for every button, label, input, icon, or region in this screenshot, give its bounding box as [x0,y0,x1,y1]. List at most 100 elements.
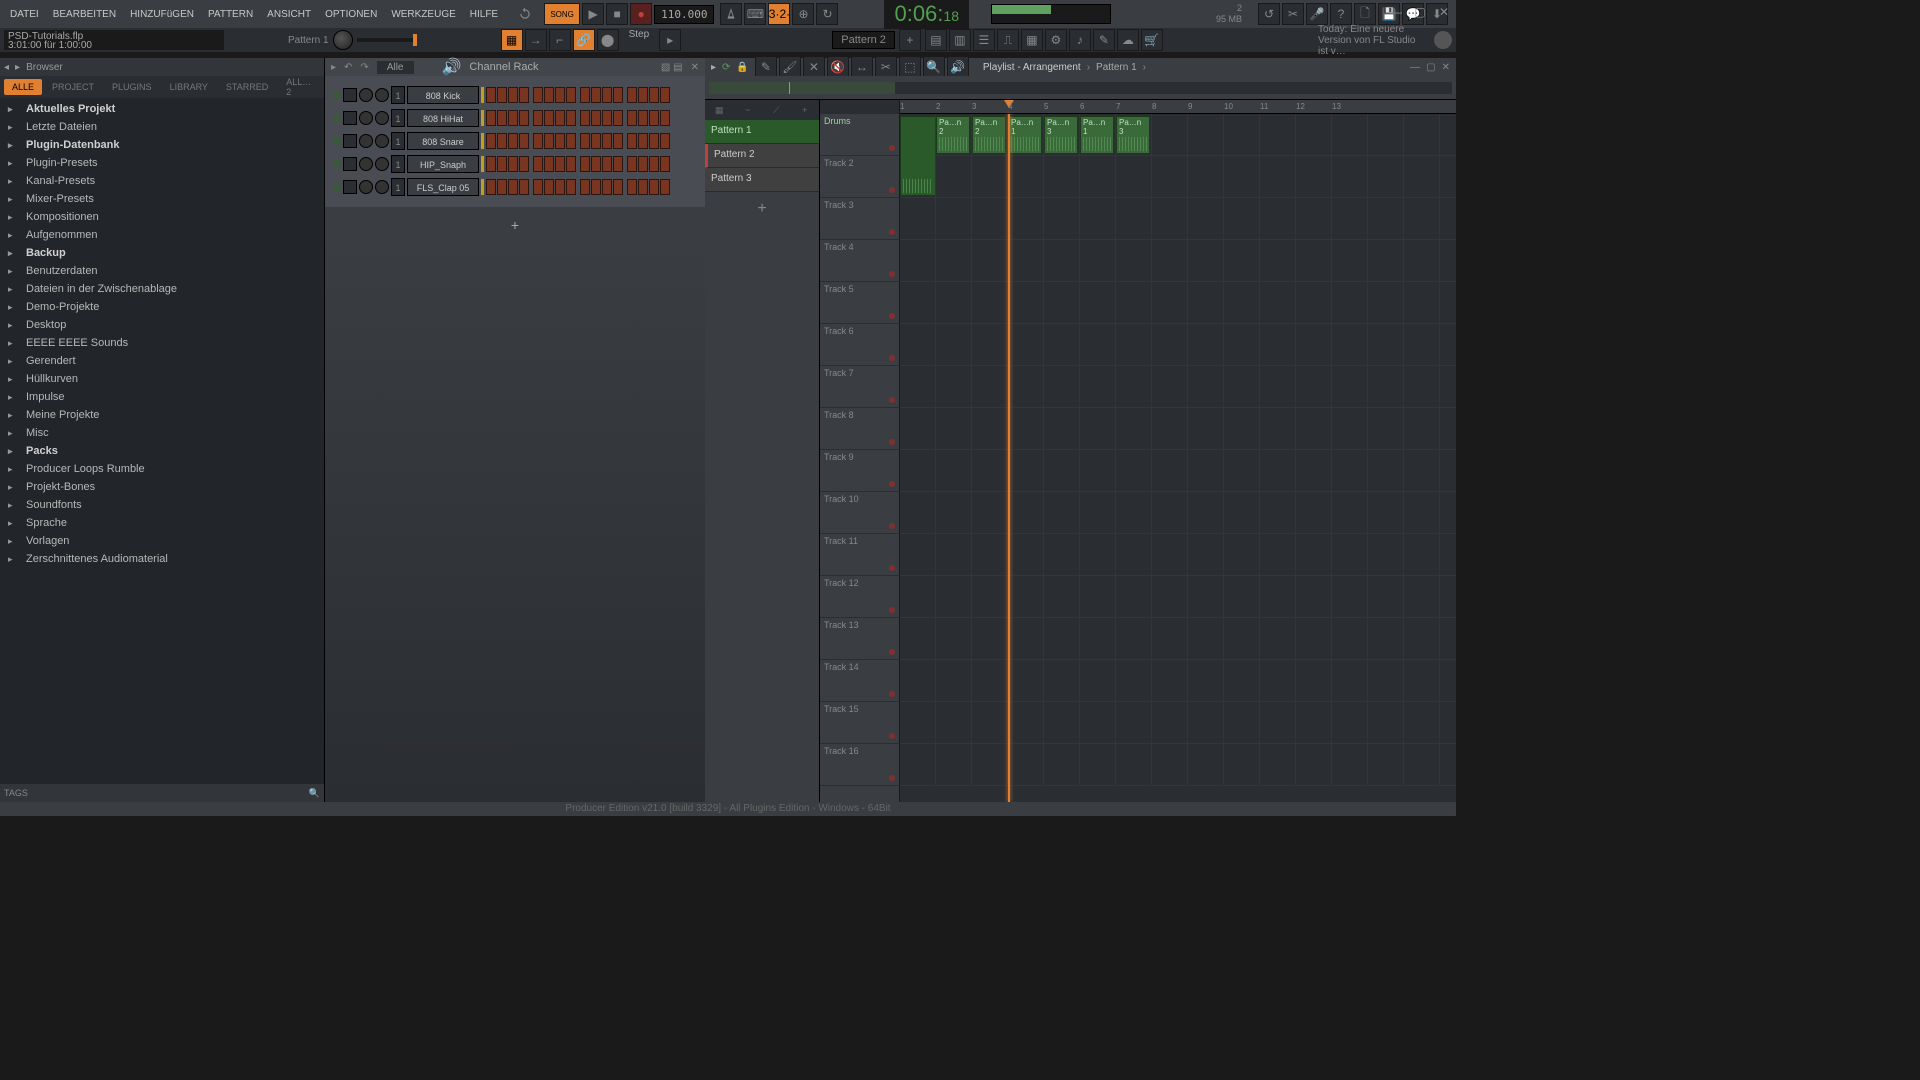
step-cell[interactable] [638,110,648,126]
grid-row[interactable] [900,198,1456,240]
step-cell[interactable] [497,110,507,126]
step-cell[interactable] [566,156,576,172]
tree-item[interactable]: Hüllkurven [0,370,324,388]
channel-pan-knob[interactable] [359,157,373,171]
clip[interactable]: Pa…n 3 [1116,116,1150,154]
step-cell[interactable] [508,133,518,149]
magnet-button[interactable]: ⌐ [549,29,571,51]
tree-item[interactable]: Impulse [0,388,324,406]
close-button[interactable]: ✕ [1436,4,1452,20]
channel-mixer-num[interactable]: 1 [391,178,405,196]
track-mute-dot[interactable] [889,565,895,571]
step-cell[interactable] [613,110,623,126]
step-cell[interactable] [533,133,543,149]
rack-filter[interactable]: Alle [377,61,414,74]
channel-name[interactable]: 808 HiHat [407,109,479,127]
tree-item[interactable]: Meine Projekte [0,406,324,424]
step-cell[interactable] [602,179,612,195]
pattern-item-2[interactable]: Pattern 2 [705,144,819,168]
channel-vol-knob[interactable] [375,180,389,194]
stop-button[interactable]: ■ [606,3,628,25]
record-button[interactable]: ● [630,3,652,25]
step-cell[interactable] [497,87,507,103]
grid-row[interactable] [900,282,1456,324]
channel-mixer-num[interactable]: 1 [391,86,405,104]
grid-row[interactable]: Pa…n 2Pa…n 2Pa…n 1Pa…n 3Pa…n 1Pa…n 3 [900,114,1456,156]
tree-item[interactable]: Misc [0,424,324,442]
tree-item[interactable]: Demo-Projekte [0,298,324,316]
step-cell[interactable] [566,87,576,103]
pl-slip-tool[interactable]: ↔ [851,56,873,78]
step-cell[interactable] [602,110,612,126]
loop-rec-button[interactable]: ↻ [816,3,838,25]
step-cell[interactable] [486,133,496,149]
step-cell[interactable] [533,110,543,126]
menu-bearbeiten[interactable]: BEARBEITEN [47,5,122,24]
pattern-add-button[interactable]: + [705,192,819,226]
pattern-auto-tab[interactable]: ⟋ [762,100,791,120]
grid-row[interactable] [900,450,1456,492]
view-mixer-button[interactable]: ⎍ [997,29,1019,51]
snap-button[interactable]: ▦ [501,29,523,51]
step-cell[interactable] [508,156,518,172]
track-header[interactable]: Track 6 [820,324,899,366]
browser-tab-plugins[interactable]: PLUGINS [104,79,160,95]
main-volume-slider[interactable] [357,38,417,42]
step-cell[interactable] [591,179,601,195]
step-cell[interactable] [660,110,670,126]
step-cell[interactable] [649,110,659,126]
rack-sound-icon[interactable]: 🔊 [442,57,462,77]
tree-item[interactable]: Producer Loops Rumble [0,460,324,478]
browser-fwd-icon[interactable]: ▸ [15,62,20,73]
pl-zoom-tool[interactable]: 🔍 [923,56,945,78]
playhead[interactable] [1008,114,1010,802]
tree-item[interactable]: Mixer-Presets [0,190,324,208]
menu-datei[interactable]: DATEI [4,5,45,24]
step-cell[interactable] [519,156,529,172]
step-cell[interactable] [555,133,565,149]
track-header[interactable]: Track 3 [820,198,899,240]
step-cell[interactable] [649,179,659,195]
track-mute-dot[interactable] [889,523,895,529]
shop-button[interactable]: 🛒 [1141,29,1163,51]
pattern-add-tab[interactable]: + [791,100,820,120]
wait-input-button[interactable]: ⌨ [744,3,766,25]
step-cell[interactable] [591,87,601,103]
step-cell[interactable] [627,87,637,103]
cloud-button[interactable]: ☁ [1117,29,1139,51]
tools-button[interactable]: ✂ [1282,3,1304,25]
clip[interactable]: Pa…n 1 [1080,116,1114,154]
clip[interactable]: Pa…n 3 [1044,116,1078,154]
track-mute-dot[interactable] [889,271,895,277]
channel-vol-knob[interactable] [375,134,389,148]
undo-history-button[interactable]: ↺ [1258,3,1280,25]
track-header[interactable]: Drums [820,114,899,156]
tree-item[interactable]: Kompositionen [0,208,324,226]
step-cell[interactable] [497,156,507,172]
plugin-button[interactable]: ⚙ [1045,29,1067,51]
track-mute-dot[interactable] [889,187,895,193]
channel-mute[interactable] [343,180,357,194]
tree-item[interactable]: Desktop [0,316,324,334]
step-cell[interactable] [613,133,623,149]
track-header[interactable]: Track 14 [820,660,899,702]
channel-select[interactable] [481,156,484,172]
step-cell[interactable] [613,156,623,172]
tree-item[interactable]: Benutzerdaten [0,262,324,280]
channel-name[interactable]: FLS_Clap 05 [407,178,479,196]
view-pianoroll-button[interactable]: ▥ [949,29,971,51]
step-cell[interactable] [508,179,518,195]
channel-mixer-num[interactable]: 1 [391,132,405,150]
pl-minimap[interactable] [709,82,1452,94]
channel-mute[interactable] [343,111,357,125]
step-cell[interactable] [566,110,576,126]
clip[interactable]: Pa…n 2 [972,116,1006,154]
channel-select[interactable] [481,133,484,149]
step-cell[interactable] [497,179,507,195]
step-cell[interactable] [591,133,601,149]
tree-item[interactable]: Gerendert [0,352,324,370]
channel-mute[interactable] [343,134,357,148]
pl-lock-icon[interactable]: 🔒 [736,62,748,73]
track-mute-dot[interactable] [889,481,895,487]
view-playlist-button[interactable]: ▤ [925,29,947,51]
